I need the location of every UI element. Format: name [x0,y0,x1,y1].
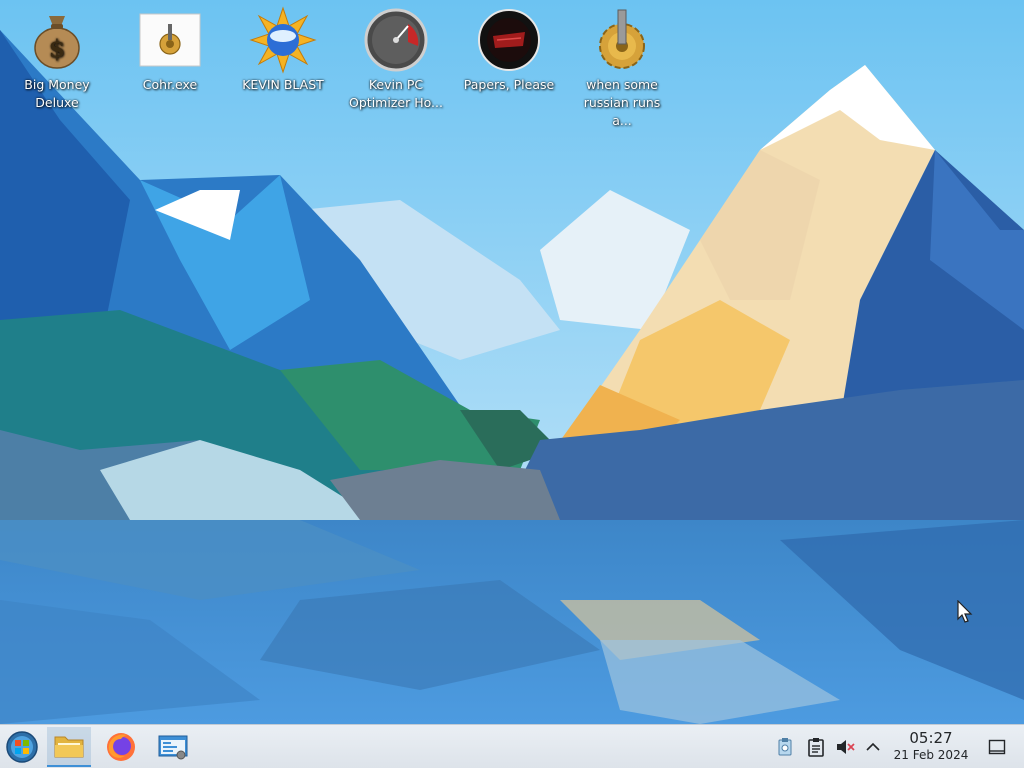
desktop-icon-label: russian runs a... [583,95,661,128]
system-settings-button[interactable] [151,727,195,767]
svg-text:$: $ [49,34,66,63]
show-desktop-icon [988,739,1006,755]
mouse-cursor-icon [957,600,973,623]
desktop-icon-label: Optimizer Ho... [349,95,443,110]
firefox-button[interactable] [99,727,143,767]
gear-file-icon [139,13,201,67]
clipboard-icon [808,738,824,757]
desktop-icon-label: Papers, Please [463,77,555,92]
desktop-icon-kevin-blast[interactable]: KEVIN BLAST [231,6,335,94]
desktop-icon-label: Cohr.exe [142,77,198,92]
wallpaper [0,0,1024,724]
clipboard-notes-icon [778,738,792,756]
volume-muted-icon [837,740,855,754]
clipboard-notes-tray[interactable] [774,736,796,758]
desktop-icon-label: Deluxe [35,95,79,110]
chevron-up-icon [866,742,880,751]
show-desktop-button[interactable] [986,736,1008,758]
desktop-icon-when-some-russian[interactable]: when some russian runs a... [570,6,674,130]
gauge-icon [364,8,428,72]
clipboard-tray[interactable] [805,736,827,758]
folder-icon [54,736,84,758]
starburst-icon [249,6,317,74]
desktop-icon-label: when some [586,77,658,92]
seal-icon [478,9,540,71]
volume-tray[interactable] [834,736,856,758]
clock-time: 05:27 [909,729,953,747]
settings-window-icon [158,735,188,760]
digital-clock[interactable]: 05:27 21 Feb 2024 [884,729,978,763]
application-launcher-button[interactable] [0,727,44,767]
desktop-icon-big-money-deluxe[interactable]: $ Big Money Deluxe [5,6,109,112]
desktop-icon-label: Big Money [24,77,90,92]
file-manager-button[interactable] [47,727,91,767]
gear-pillar-icon [599,9,645,69]
desktop-icon-label: Kevin PC [368,77,424,92]
firefox-icon [107,733,135,761]
desktop-icon-kevin-pc-optimizer[interactable]: Kevin PC Optimizer Ho... [344,6,448,112]
money-bag-icon: $ [34,16,80,69]
taskbar: 05:27 21 Feb 2024 [0,724,1024,768]
show-hidden-icons-button[interactable] [862,736,884,758]
desktop-icon-papers-please[interactable]: Papers, Please [457,6,561,94]
desktop[interactable]: $ Big Money Deluxe Cohr.exe KEVIN BLAST [0,0,1024,724]
start-orb-icon [6,731,38,763]
clock-date: 21 Feb 2024 [893,748,969,762]
desktop-icon-label: KEVIN BLAST [242,77,324,92]
desktop-icon-cohr-exe[interactable]: Cohr.exe [118,6,222,94]
